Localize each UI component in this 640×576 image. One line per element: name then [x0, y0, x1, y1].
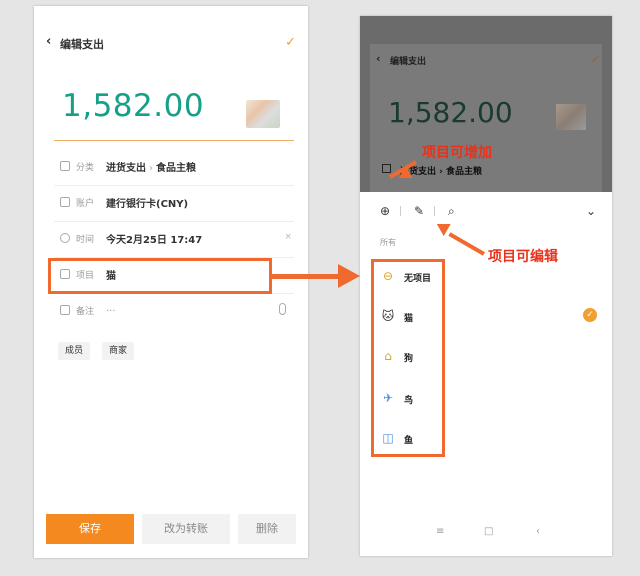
page-title: 编辑支出 [60, 38, 104, 51]
amount-display: 1,582.00 [388, 96, 513, 129]
note-value[interactable]: ... [106, 303, 116, 314]
account-row[interactable]: 账户 建行银行卡(CNY) [54, 186, 294, 222]
chevron-left-icon[interactable]: ‹ [46, 34, 51, 49]
search-icon[interactable]: ⌕ [448, 204, 455, 219]
edit-icon[interactable]: ✎ [414, 204, 424, 218]
amount-display[interactable]: 1,582.00 [62, 88, 204, 124]
chevron-left-icon[interactable]: ‹ [376, 52, 381, 65]
category-icon [60, 161, 70, 171]
annotation-edit: 项目可编辑 [488, 249, 558, 265]
annotation-add: 项目可增加 [422, 145, 492, 161]
clear-time-icon[interactable]: × [284, 232, 292, 242]
back-icon[interactable]: ‹ [536, 526, 540, 537]
category-row[interactable]: 分类 进货支出 › 食品主粮 [54, 150, 294, 186]
tag-member[interactable]: 成员 [58, 342, 91, 360]
category-value: 进货支出 › 食品主粮 [106, 163, 196, 174]
note-label: 备注 [76, 307, 95, 317]
delete-button[interactable]: 删除 [238, 514, 296, 544]
selected-check-icon: ✓ [583, 308, 597, 322]
receipt-thumbnail [556, 104, 586, 130]
project-name: 猫 [404, 314, 414, 324]
right-phone-screen: ‹ 编辑支出 ✓ 1,582.00 进货支出 › 食品主粮 ⊕ ✎ ⌕ ⌄ 所有… [360, 16, 612, 556]
project-name: 鱼 [404, 436, 414, 446]
project-name: 狗 [404, 354, 414, 364]
toolbar-divider [400, 206, 401, 216]
toolbar-divider [434, 206, 435, 216]
tag-merchant[interactable]: 商家 [102, 342, 135, 360]
fish-tank-icon: ◫ [382, 431, 394, 445]
note-icon [60, 305, 70, 315]
time-label: 时间 [76, 235, 95, 245]
clock-icon [60, 233, 70, 243]
category-icon [382, 164, 391, 173]
time-value: 今天2月25日 17:47 [106, 235, 203, 246]
category-label: 分类 [76, 163, 95, 173]
section-label: 所有 [380, 238, 396, 247]
connector-arrow-head [338, 264, 360, 288]
account-value: 建行银行卡(CNY) [106, 199, 189, 210]
project-name: 鸟 [404, 396, 414, 406]
transfer-button[interactable]: 改为转账 [142, 514, 230, 544]
menu-icon[interactable]: ≡ [436, 526, 444, 537]
connector-arrow [272, 274, 344, 279]
account-label: 账户 [76, 199, 95, 209]
receipt-thumbnail[interactable] [246, 100, 280, 128]
amount-divider [54, 140, 294, 141]
page-title: 编辑支出 [390, 57, 427, 67]
dog-house-icon: ⌂ [384, 349, 392, 363]
home-icon[interactable]: □ [484, 526, 493, 537]
coin-icon: ⊖ [382, 269, 394, 283]
save-button[interactable]: 保存 [46, 514, 134, 544]
plus-circle-icon[interactable]: ⊕ [380, 204, 390, 218]
checkmark-icon[interactable]: ✓ [591, 53, 600, 66]
time-row[interactable]: 时间 今天2月25日 17:47 × [54, 222, 294, 258]
wallet-icon [60, 197, 70, 207]
microphone-icon[interactable] [279, 303, 286, 315]
chevron-down-icon[interactable]: ⌄ [586, 204, 596, 218]
note-row[interactable]: 备注 ... [54, 294, 294, 330]
left-header: ‹ 编辑支出 ✓ [34, 6, 308, 51]
checkmark-icon[interactable]: ✓ [285, 35, 296, 50]
project-highlight-box [48, 258, 272, 294]
bird-plane-icon: ✈ [382, 391, 394, 405]
cat-icon: 🐱 [381, 309, 395, 323]
project-name: 无项目 [404, 274, 432, 284]
